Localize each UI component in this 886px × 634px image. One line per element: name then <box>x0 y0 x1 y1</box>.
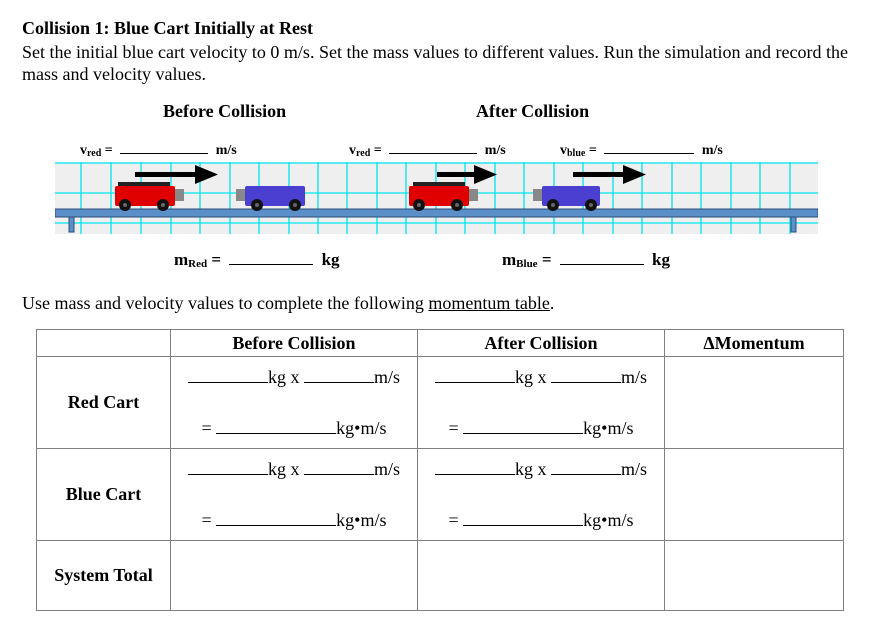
blue-cart-after <box>533 186 600 211</box>
blue-after-cell: kg x m/s = kg•m/s <box>417 448 665 541</box>
red-after-velocity-blank[interactable] <box>550 368 621 383</box>
arrow-red-before <box>135 165 218 184</box>
momentum-table-link: momentum table <box>428 293 550 313</box>
track <box>55 208 818 218</box>
red-after-mass-blank[interactable] <box>434 368 515 383</box>
v-red-before-label: vred = m/s <box>80 141 237 159</box>
blue-delta-cell[interactable] <box>664 448 844 541</box>
arrow-red-after <box>437 165 497 184</box>
red-before-cell: kg x m/s = kg•m/s <box>170 356 418 449</box>
section-title: Collision 1: Blue Cart Initially at Rest <box>22 18 313 38</box>
red-before-velocity-blank[interactable] <box>303 368 374 383</box>
track-leg-left <box>68 216 75 233</box>
m-blue-blank[interactable] <box>559 250 644 265</box>
table-row-blue-cart: Blue Cart kg x m/s = kg•m/s kg x m/s = k… <box>36 448 844 541</box>
after-collision-heading: After Collision <box>476 101 590 121</box>
v-blue-after-label: vblue = m/s <box>560 141 723 159</box>
v-red-after-blank[interactable] <box>389 141 478 154</box>
header-before: Before Collision <box>170 329 418 357</box>
m-red-label: mRed = kg <box>174 250 340 270</box>
instructions: Set the initial blue cart velocity to 0 … <box>22 42 848 84</box>
blue-cart-before <box>236 186 305 211</box>
blue-before-momentum-blank[interactable] <box>216 511 337 526</box>
total-delta-cell[interactable] <box>664 540 844 611</box>
blue-before-cell: kg x m/s = kg•m/s <box>170 448 418 541</box>
v-blue-after-blank[interactable] <box>604 141 695 154</box>
blue-after-velocity-blank[interactable] <box>550 460 621 475</box>
blue-after-mass-blank[interactable] <box>434 460 515 475</box>
red-before-mass-blank[interactable] <box>187 368 268 383</box>
total-after-cell[interactable] <box>417 540 665 611</box>
header-empty <box>36 329 171 357</box>
row-label-system-total: System Total <box>36 540 171 611</box>
before-collision-heading: Before Collision <box>163 101 287 121</box>
red-after-cell: kg x m/s = kg•m/s <box>417 356 665 449</box>
blue-after-momentum-blank[interactable] <box>463 511 584 526</box>
red-delta-cell[interactable] <box>664 356 844 449</box>
table-row-red-cart: Red Cart kg x m/s = kg•m/s kg x m/s = kg… <box>36 356 844 449</box>
m-red-blank[interactable] <box>229 250 314 265</box>
v-red-before-blank[interactable] <box>120 141 209 154</box>
header-delta-momentum: ΔMomentum <box>664 329 844 357</box>
arrow-blue-after <box>573 165 646 184</box>
blue-before-velocity-blank[interactable] <box>303 460 374 475</box>
momentum-instruction: Use mass and velocity values to complete… <box>22 293 555 313</box>
momentum-table: Before Collision After Collision ΔMoment… <box>36 329 844 611</box>
red-cart-before <box>115 182 184 211</box>
total-before-cell[interactable] <box>170 540 418 611</box>
red-after-momentum-blank[interactable] <box>463 419 584 434</box>
simulation-svg <box>55 162 818 234</box>
table-header-row: Before Collision After Collision ΔMoment… <box>36 329 844 357</box>
m-blue-label: mBlue = kg <box>502 250 670 270</box>
row-label-blue-cart: Blue Cart <box>36 448 171 541</box>
v-red-after-label: vred = m/s <box>349 141 506 159</box>
table-row-system-total: System Total <box>36 540 844 611</box>
row-label-red-cart: Red Cart <box>36 356 171 449</box>
red-before-momentum-blank[interactable] <box>216 419 337 434</box>
red-cart-after <box>409 182 478 211</box>
track-leg-right <box>790 216 797 233</box>
header-after: After Collision <box>417 329 665 357</box>
blue-before-mass-blank[interactable] <box>187 460 268 475</box>
collision-simulation-image <box>55 162 818 234</box>
